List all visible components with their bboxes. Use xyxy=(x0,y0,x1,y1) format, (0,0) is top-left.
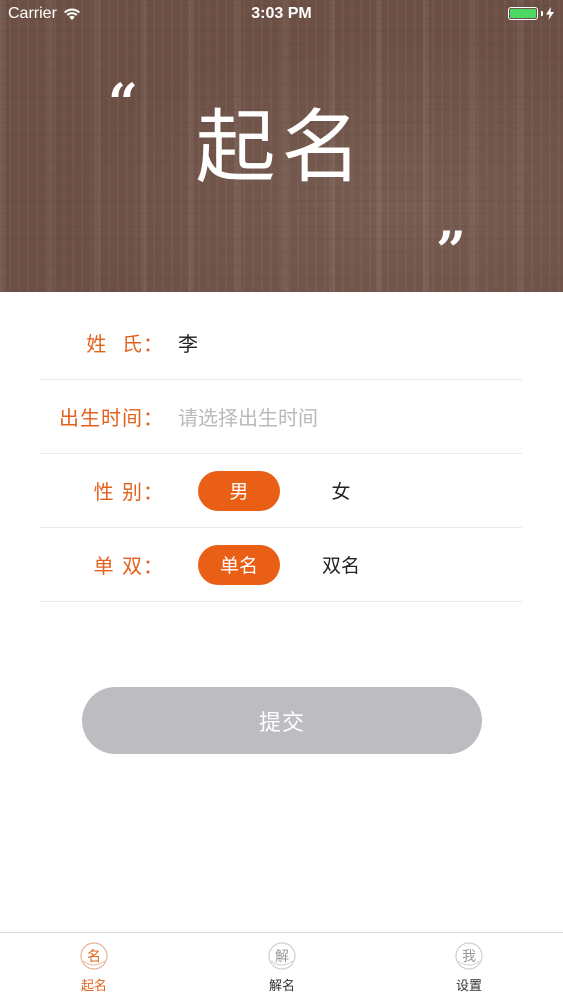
surname-label: 姓 氏： xyxy=(86,332,164,356)
settings-seal-icon: 我 xyxy=(455,942,483,970)
tab-label-naming: 起名 xyxy=(80,979,107,994)
tab-label-interpret: 解名 xyxy=(268,979,295,994)
tab-settings[interactable]: 我 设置 xyxy=(429,939,509,994)
charging-bolt-icon xyxy=(546,7,554,20)
battery-icon xyxy=(508,7,538,20)
tab-icon-glyph: 名 xyxy=(87,949,101,965)
name-length-label: 单 双： xyxy=(93,554,164,578)
tab-bar: 名 起名 解 解名 我 设置 xyxy=(0,932,563,1000)
tab-icon-glyph: 我 xyxy=(462,949,476,965)
name-seal-icon: 名 xyxy=(80,942,108,970)
tab-naming[interactable]: 名 起名 xyxy=(54,939,134,994)
gender-options: 男 女 xyxy=(198,470,382,511)
battery-tip xyxy=(541,11,543,16)
naming-form: 姓 氏： 李 出生时间： 请选择出生时间 性 别： 男 女 单 双： 单名 双名 xyxy=(40,306,522,602)
status-time: 3:03 PM xyxy=(251,5,312,22)
hero-banner: Carrier 3:03 PM “ 起名 ” xyxy=(0,0,563,292)
birth-time-picker[interactable]: 请选择出生时间 xyxy=(164,402,318,431)
interpret-seal-icon: 解 xyxy=(268,942,296,970)
submit-button[interactable]: 提交 xyxy=(82,687,482,754)
close-quote-mark: ” xyxy=(436,221,466,282)
battery-indicator xyxy=(508,7,554,20)
birth-time-label: 出生时间： xyxy=(59,406,164,430)
name-length-option-double[interactable]: 双名 xyxy=(300,545,382,585)
name-length-option-single[interactable]: 单名 xyxy=(198,544,280,585)
gender-row: 性 别： 男 女 xyxy=(40,454,522,528)
battery-fill xyxy=(510,9,536,18)
birth-time-row[interactable]: 出生时间： 请选择出生时间 xyxy=(40,380,522,454)
tab-label-settings: 设置 xyxy=(455,979,482,994)
name-length-row: 单 双： 单名 双名 xyxy=(40,528,522,602)
page-title: 起名 xyxy=(195,101,368,194)
gender-option-male[interactable]: 男 xyxy=(198,470,280,511)
gender-label: 性 别： xyxy=(93,480,164,504)
tab-icon-glyph: 解 xyxy=(275,949,289,965)
surname-row: 姓 氏： 李 xyxy=(40,306,522,380)
name-length-options: 单名 双名 xyxy=(198,544,382,585)
surname-input[interactable]: 李 xyxy=(164,328,198,357)
tab-interpret[interactable]: 解 解名 xyxy=(242,939,322,994)
status-bar: Carrier 3:03 PM xyxy=(0,0,563,30)
gender-option-female[interactable]: 女 xyxy=(300,471,382,511)
